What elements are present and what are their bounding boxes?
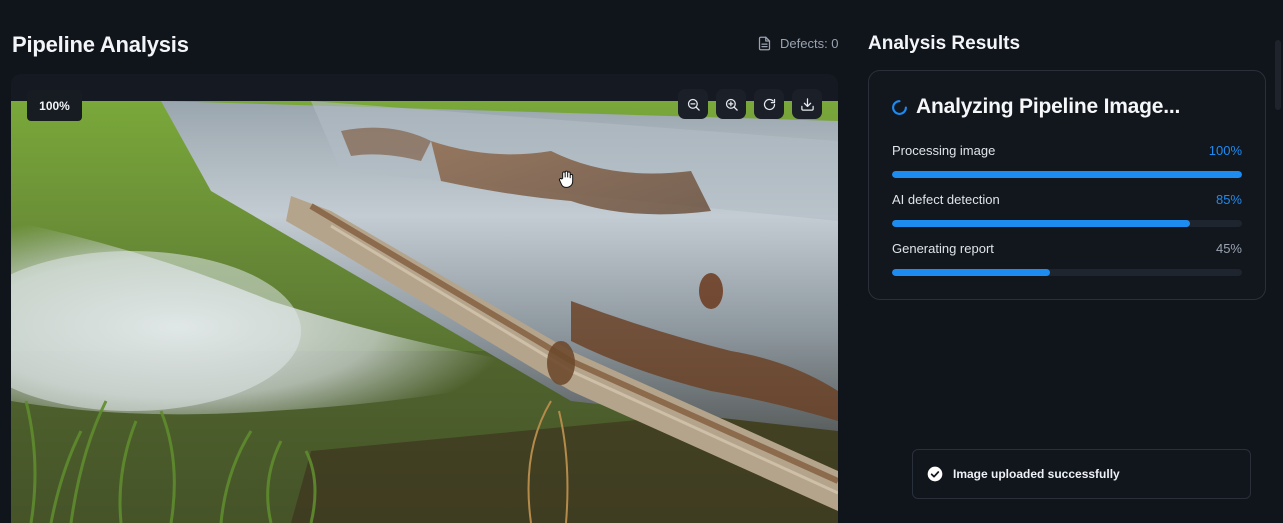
zoom-in-button[interactable]: [716, 89, 746, 119]
rotate-icon: [763, 98, 775, 110]
pipeline-analysis-page: Pipeline Analysis Defects: 0 100% Analys…: [0, 0, 1283, 523]
progress-track: [892, 220, 1242, 227]
hand-cursor-icon: [558, 170, 574, 188]
upload-success-toast[interactable]: Image uploaded successfully: [912, 449, 1251, 499]
progress-report: Generating report 45%: [892, 241, 1242, 276]
progress-fill: [892, 171, 1242, 178]
zoom-level-badge: 100%: [27, 90, 82, 121]
scrollbar[interactable]: [1275, 40, 1281, 110]
viewer-toolbar: [678, 89, 822, 119]
analysis-heading: Analyzing Pipeline Image...: [891, 95, 1180, 119]
results-title: Analysis Results: [868, 33, 1021, 54]
progress-label: Generating report: [892, 241, 994, 256]
zoom-out-icon: [687, 98, 700, 111]
progress-percent: 85%: [1215, 192, 1242, 207]
download-button[interactable]: [792, 89, 822, 119]
pipeline-image: [11, 101, 838, 523]
progress-percent: 45%: [1215, 241, 1242, 256]
progress-fill: [892, 269, 1050, 276]
analysis-card: Analyzing Pipeline Image... Processing i…: [868, 70, 1266, 300]
document-icon: [758, 36, 771, 51]
progress-track: [892, 171, 1242, 178]
zoom-out-button[interactable]: [678, 89, 708, 119]
progress-detection: AI defect detection 85%: [892, 192, 1242, 227]
download-icon: [800, 97, 814, 111]
defects-label: Defects: 0: [780, 36, 839, 51]
progress-label: Processing image: [892, 143, 996, 158]
progress-label: AI defect detection: [892, 192, 1000, 207]
page-title: Pipeline Analysis: [12, 32, 189, 57]
pipeline-photo[interactable]: [11, 101, 838, 523]
loading-spinner-icon: [892, 99, 907, 115]
progress-track: [892, 269, 1242, 276]
check-circle-icon: [927, 466, 943, 482]
zoom-in-icon: [725, 98, 738, 111]
defects-count: Defects: 0: [757, 36, 839, 51]
progress-percent: 100%: [1208, 143, 1242, 158]
image-viewer[interactable]: 100%: [11, 74, 838, 523]
progress-processing: Processing image 100%: [892, 143, 1242, 178]
rotate-button[interactable]: [754, 89, 784, 119]
toast-message: Image uploaded successfully: [953, 467, 1120, 481]
progress-fill: [892, 220, 1190, 227]
analysis-heading-label: Analyzing Pipeline Image...: [916, 95, 1181, 118]
